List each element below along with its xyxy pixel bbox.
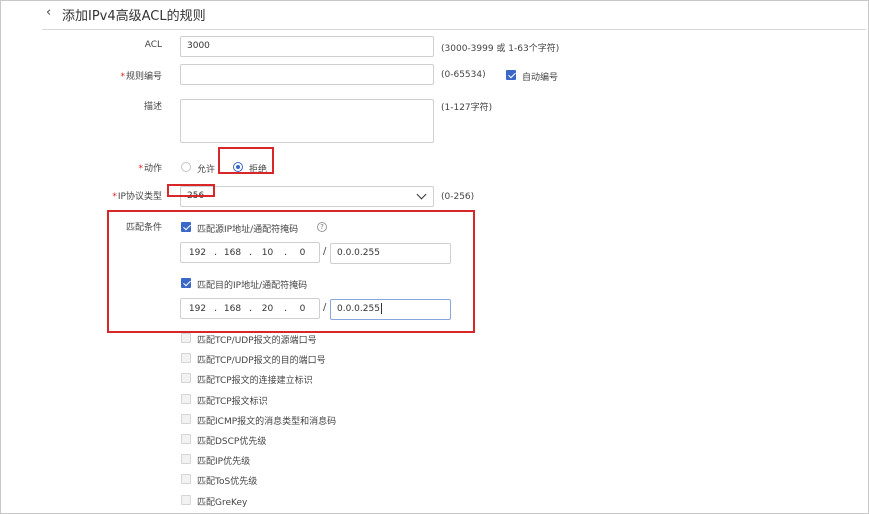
- rule-id-input[interactable]: [180, 64, 434, 85]
- match-dst-label: 匹配目的IP地址/通配符掩码: [197, 281, 308, 291]
- rule-id-label: *规则编号: [120, 72, 162, 82]
- description-label: 描述: [143, 102, 162, 112]
- other-option-label: 匹配DSCP优先级: [197, 437, 267, 447]
- src-ip-octet-2[interactable]: 168: [216, 248, 249, 258]
- dst-wildcard-input[interactable]: 0.0.0.255: [330, 299, 451, 320]
- other-option-checkbox[interactable]: [181, 353, 191, 363]
- title-bar: ‹ 添加IPv4高级ACL的规则: [46, 4, 206, 24]
- description-hint: (1-127字符): [441, 103, 493, 113]
- ip-protocol-select[interactable]: 256: [180, 186, 434, 207]
- chevron-left-icon[interactable]: ‹: [46, 6, 56, 22]
- chevron-down-icon[interactable]: [416, 189, 427, 200]
- dst-ip-octet-1[interactable]: 192: [181, 304, 214, 314]
- other-option-label: 匹配GreKey: [197, 498, 248, 508]
- other-option-checkbox[interactable]: [181, 373, 191, 383]
- help-icon[interactable]: ?: [317, 222, 327, 232]
- description-textarea[interactable]: [180, 99, 434, 143]
- src-ip-octet-4[interactable]: 0: [286, 248, 319, 258]
- dst-ip-octet-2[interactable]: 168: [216, 304, 249, 314]
- src-ip-octet-1[interactable]: 192: [181, 248, 214, 258]
- src-ip-octet-3[interactable]: 10: [251, 248, 284, 258]
- src-wildcard-input[interactable]: 0.0.0.255: [330, 243, 451, 264]
- action-allow-label: 允许: [197, 165, 216, 175]
- acl-input[interactable]: 3000: [180, 36, 434, 57]
- match-src-checkbox[interactable]: [181, 222, 191, 232]
- action-deny-radio[interactable]: [233, 162, 243, 172]
- other-option-checkbox[interactable]: [181, 454, 191, 464]
- rule-id-hint: (0-65534): [441, 70, 486, 80]
- acl-hint: (3000-3999 或 1-63个字符): [441, 44, 560, 54]
- match-dst-checkbox[interactable]: [181, 278, 191, 288]
- ip-protocol-hint: (0-256): [441, 192, 475, 202]
- dst-ip-octet-3[interactable]: 20: [251, 304, 284, 314]
- acl-label: ACL: [144, 40, 162, 50]
- other-option-label: 匹配TCP报文的连接建立标识: [197, 376, 313, 386]
- dst-ip-octet-4[interactable]: 0: [286, 304, 319, 314]
- action-allow-radio[interactable]: [181, 162, 191, 172]
- ip-protocol-value: 256: [187, 191, 205, 201]
- page-title: 添加IPv4高级ACL的规则: [62, 8, 206, 24]
- other-option-label: 匹配TCP/UDP报文的源端口号: [197, 336, 317, 346]
- text-cursor: [380, 303, 382, 314]
- match-src-label: 匹配源IP地址/通配符掩码: [197, 225, 299, 235]
- src-ip-input[interactable]: 192 . 168 . 10 . 0: [180, 242, 320, 263]
- action-label: *动作: [138, 164, 162, 174]
- other-option-checkbox[interactable]: [181, 414, 191, 424]
- dst-slash: /: [323, 302, 327, 313]
- other-option-checkbox[interactable]: [181, 495, 191, 505]
- src-slash: /: [323, 246, 327, 257]
- other-option-label: 匹配ToS优先级: [197, 477, 258, 487]
- other-option-label: 匹配IP优先级: [197, 457, 251, 467]
- dst-wildcard-value: 0.0.0.255: [337, 304, 380, 314]
- dst-ip-input[interactable]: 192 . 168 . 20 . 0: [180, 298, 320, 319]
- other-option-checkbox[interactable]: [181, 474, 191, 484]
- other-option-checkbox[interactable]: [181, 333, 191, 343]
- other-option-label: 匹配ICMP报文的消息类型和消息码: [197, 417, 337, 427]
- match-label: 匹配条件: [125, 223, 162, 233]
- other-option-label: 匹配TCP/UDP报文的目的端口号: [197, 356, 326, 366]
- auto-number-label: 自动编号: [522, 73, 559, 83]
- action-deny-label: 拒绝: [249, 165, 268, 175]
- other-option-label: 匹配TCP报文标识: [197, 397, 268, 407]
- title-divider: [42, 29, 866, 30]
- ip-protocol-label: *IP协议类型: [112, 192, 162, 202]
- other-option-checkbox[interactable]: [181, 394, 191, 404]
- auto-number-checkbox[interactable]: [506, 70, 516, 80]
- other-option-checkbox[interactable]: [181, 434, 191, 444]
